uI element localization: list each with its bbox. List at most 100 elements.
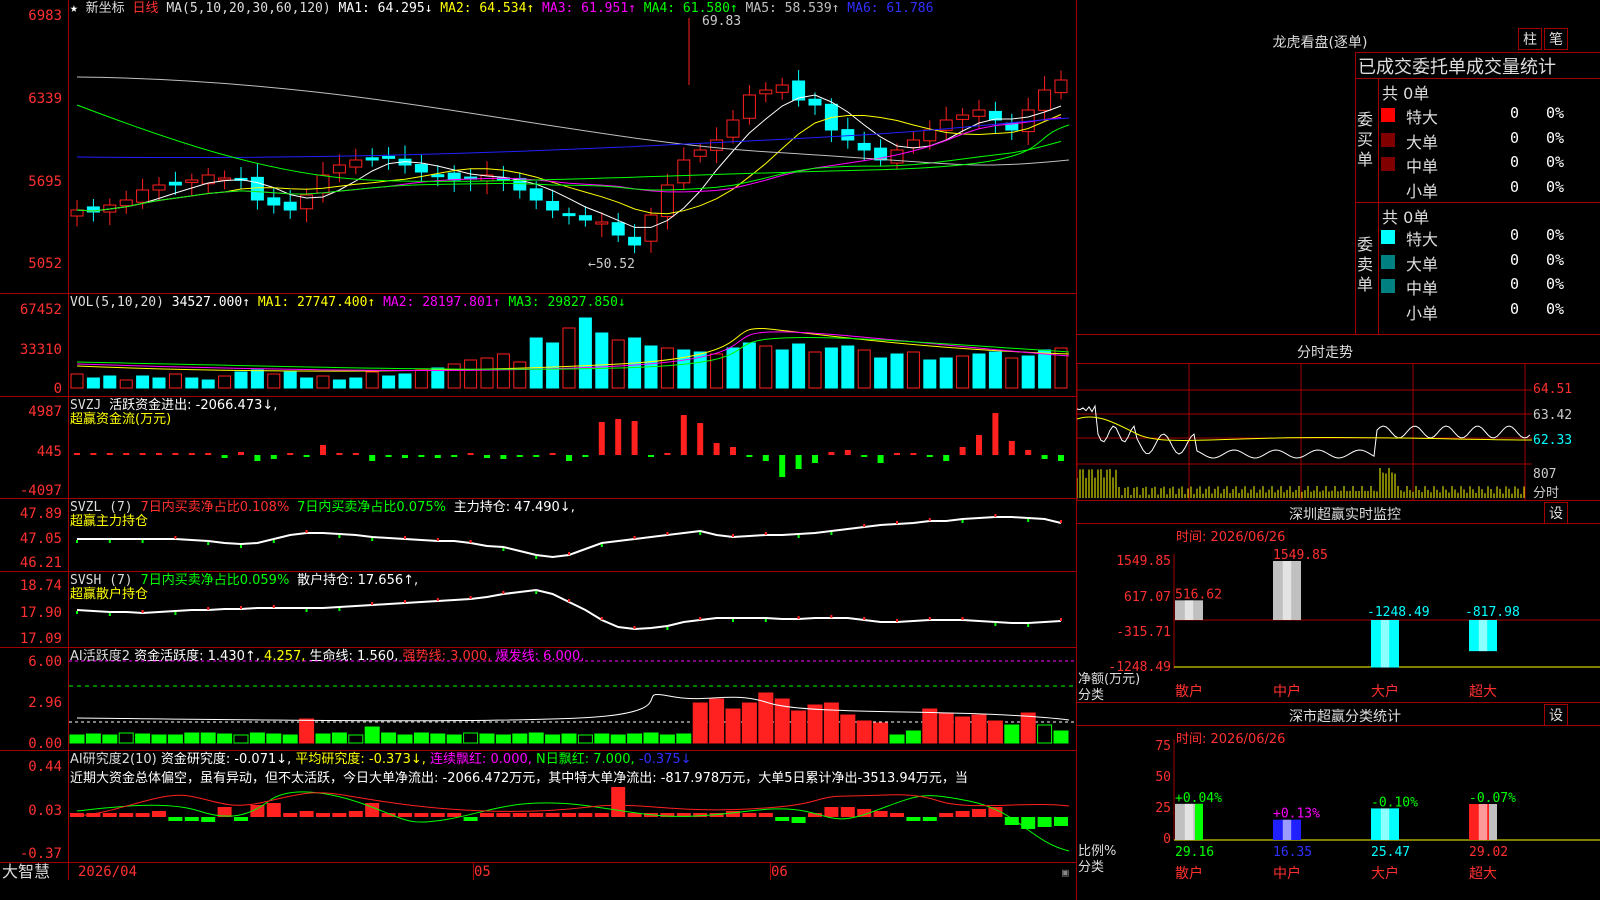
divider bbox=[1355, 52, 1356, 334]
tick-view-button[interactable]: 笔 bbox=[1544, 28, 1568, 50]
net-bar bbox=[1273, 561, 1301, 620]
net-bar-label: -817.98 bbox=[1465, 605, 1520, 620]
divider bbox=[1355, 78, 1600, 79]
holding-dot bbox=[830, 532, 833, 535]
volume-bar bbox=[201, 379, 215, 389]
flow-bar bbox=[221, 455, 228, 458]
holding-dot bbox=[436, 598, 439, 601]
holding-dot bbox=[240, 606, 242, 609]
research-bar bbox=[299, 811, 314, 817]
candle-body bbox=[365, 157, 379, 161]
activity-bar bbox=[840, 714, 856, 744]
svzj-tick: 4987 bbox=[28, 404, 62, 420]
stat-settings-button[interactable]: 设 bbox=[1544, 704, 1568, 726]
volume-bar bbox=[890, 353, 904, 389]
candle-body bbox=[759, 89, 773, 95]
order-color-swatch bbox=[1381, 279, 1395, 293]
candle-body bbox=[775, 84, 789, 93]
volume-bar bbox=[841, 345, 855, 389]
svzj-chart[interactable] bbox=[69, 397, 1076, 498]
volume-bar bbox=[857, 349, 871, 389]
avg-line bbox=[76, 791, 1070, 852]
activity-bar bbox=[282, 734, 298, 744]
order-color-swatch bbox=[1381, 157, 1395, 171]
volume-bar bbox=[300, 377, 314, 389]
flow-bar bbox=[910, 453, 917, 455]
order-stats-title: 已成交委托单成交量统计 bbox=[1358, 57, 1556, 78]
activity-bar bbox=[364, 726, 380, 744]
stat-bar-edge bbox=[1391, 808, 1399, 840]
svsh-chart[interactable] bbox=[69, 572, 1076, 647]
flow-bar bbox=[500, 455, 507, 459]
monitor-settings-button[interactable]: 设 bbox=[1544, 502, 1568, 524]
research-bar bbox=[184, 817, 199, 821]
activity-bar bbox=[348, 734, 364, 744]
monitor-chart[interactable]: 1549.85 617.07 -315.71 -1248.49 516.62 散户 1549… bbox=[1077, 524, 1600, 702]
research-bar bbox=[594, 813, 609, 817]
ai1-tick: 6.00 bbox=[28, 654, 62, 670]
flow-bar bbox=[713, 443, 720, 455]
intraday-chart[interactable] bbox=[1077, 364, 1600, 500]
flow-bar bbox=[156, 453, 162, 455]
stat-value-label: 25.47 bbox=[1371, 845, 1410, 860]
flow-bar bbox=[434, 455, 441, 458]
price-tick: 6339 bbox=[28, 91, 62, 107]
divider bbox=[1378, 78, 1379, 334]
volume-bar bbox=[283, 371, 297, 389]
order-pct: 0% bbox=[1546, 226, 1565, 244]
candle-body bbox=[742, 94, 756, 119]
research-bar bbox=[316, 813, 330, 817]
intraday-tick: 63.42 bbox=[1533, 408, 1573, 423]
volume-bar bbox=[103, 375, 117, 389]
activity-bar bbox=[397, 734, 413, 744]
order-qty: 0 bbox=[1510, 177, 1520, 196]
research-bar bbox=[70, 813, 84, 817]
research-bar bbox=[742, 813, 757, 817]
holding-dot bbox=[272, 605, 275, 608]
holding-dot bbox=[928, 518, 931, 521]
research-bar bbox=[775, 817, 790, 821]
candle-body bbox=[710, 139, 724, 151]
flow-bar bbox=[697, 423, 704, 455]
ai1-chart[interactable] bbox=[69, 648, 1076, 750]
stat-y-tick: 25 bbox=[1155, 801, 1171, 816]
activity-bar bbox=[200, 732, 216, 744]
net-bar-shine bbox=[1282, 561, 1292, 620]
lock-icon[interactable]: ▣ bbox=[1062, 865, 1069, 880]
category-label: 大户 bbox=[1371, 683, 1399, 700]
vol-tick: 33310 bbox=[19, 342, 62, 358]
volume-bar bbox=[332, 379, 346, 389]
holding-dot bbox=[240, 545, 242, 548]
candle-body bbox=[1038, 89, 1052, 111]
column-view-button[interactable]: 柱 bbox=[1518, 28, 1542, 50]
flow-bar bbox=[549, 453, 556, 455]
panel-divider bbox=[0, 862, 1077, 863]
net-bar-label: 1549.85 bbox=[1273, 548, 1328, 563]
category-label: 散户 bbox=[1175, 865, 1203, 882]
svzl-chart[interactable] bbox=[69, 499, 1076, 571]
ai2-chart[interactable] bbox=[69, 751, 1076, 862]
research-bar bbox=[119, 813, 134, 817]
class-stat-chart[interactable]: 75 50 25 0 +0.04% 29.16 散户 +0.13% 16.35 中户 -0.10% 2… bbox=[1077, 726, 1600, 900]
flow-bar bbox=[90, 453, 97, 455]
intraday-vol-label: 分时 bbox=[1533, 486, 1560, 501]
kline-chart[interactable] bbox=[69, 0, 1076, 293]
holding-dot bbox=[207, 542, 210, 545]
svzl-tick: 47.89 bbox=[19, 506, 62, 522]
activity-bar bbox=[725, 708, 741, 744]
flow-bar bbox=[664, 453, 671, 455]
vol-tick: 0 bbox=[53, 381, 62, 397]
activity-bar bbox=[446, 734, 462, 744]
activity-bar bbox=[167, 734, 183, 744]
volume-bar bbox=[70, 373, 84, 389]
activity-bar bbox=[692, 702, 708, 744]
order-type-label: 大单 bbox=[1406, 132, 1439, 152]
flow-bar bbox=[467, 453, 474, 455]
stat-bar-edge bbox=[1489, 804, 1497, 840]
order-qty: 0 bbox=[1510, 299, 1520, 318]
app-logo: 大智慧 bbox=[2, 862, 51, 881]
volume-chart[interactable] bbox=[69, 294, 1076, 396]
vol-tick: 67452 bbox=[19, 302, 62, 318]
category-label: 大户 bbox=[1371, 865, 1399, 882]
holding-dot bbox=[1060, 618, 1062, 621]
